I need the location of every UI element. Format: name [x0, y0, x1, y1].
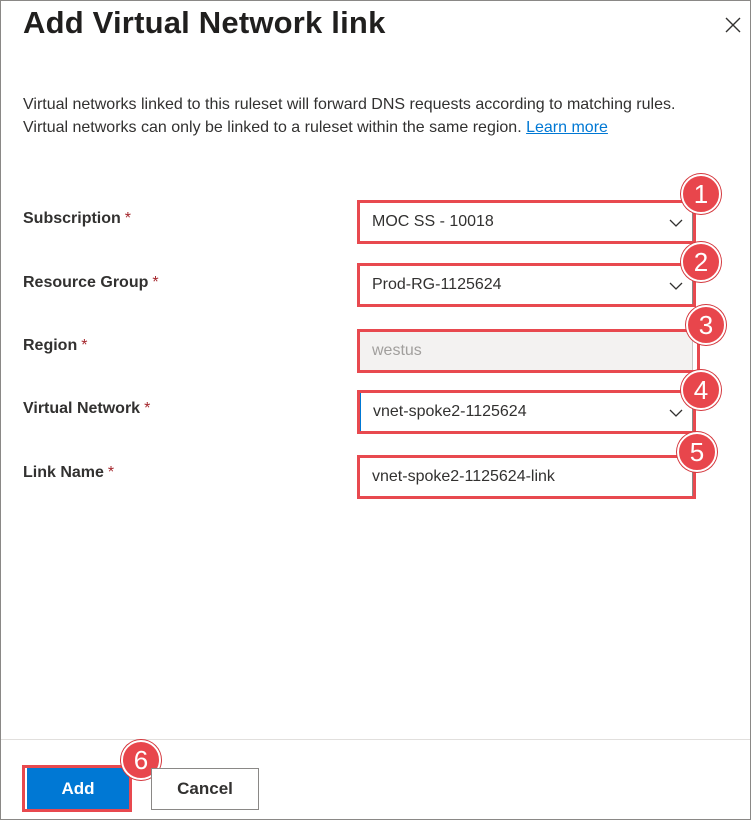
- add-vnet-link-panel: Add Virtual Network link Virtual network…: [0, 0, 751, 820]
- cancel-button[interactable]: Cancel: [151, 768, 259, 810]
- virtual-network-label-text: Virtual Network: [23, 400, 141, 417]
- chevron-down-icon: [669, 282, 683, 290]
- panel-title: Add Virtual Network link: [23, 5, 386, 40]
- description: Virtual networks linked to this ruleset …: [23, 93, 743, 139]
- resource-group-label-text: Resource Group: [23, 274, 149, 291]
- link-name-label: Link Name *: [23, 464, 114, 482]
- close-icon: [725, 17, 741, 33]
- close-button[interactable]: [721, 13, 745, 37]
- subscription-label: Subscription *: [23, 210, 131, 228]
- description-line-2-text: Virtual networks can only be linked to a…: [23, 119, 522, 136]
- required-asterisk: *: [124, 210, 132, 227]
- resource-group-value: Prod-RG-1125624: [372, 276, 502, 293]
- required-asterisk: *: [107, 464, 115, 481]
- chevron-down-icon: [669, 219, 683, 227]
- region-label: Region *: [23, 337, 87, 355]
- required-asterisk: *: [144, 400, 151, 417]
- subscription-value: MOC SS - 10018: [372, 213, 494, 230]
- chevron-down-icon: [669, 409, 683, 417]
- resource-group-label: Resource Group *: [23, 274, 159, 292]
- description-line-1: Virtual networks linked to this ruleset …: [23, 96, 676, 113]
- required-asterisk: *: [152, 274, 159, 291]
- link-name-label-text: Link Name: [23, 464, 104, 481]
- link-name-input[interactable]: vnet-spoke2-1125624-link: [359, 457, 693, 497]
- virtual-network-label: Virtual Network *: [23, 400, 150, 418]
- subscription-label-text: Subscription: [23, 210, 121, 227]
- footer-divider: [1, 739, 750, 740]
- region-value: westus: [372, 342, 422, 359]
- region-label-text: Region: [23, 337, 78, 354]
- add-button[interactable]: Add: [27, 768, 129, 810]
- subscription-dropdown[interactable]: MOC SS - 10018: [359, 202, 693, 242]
- description-line-2: Virtual networks can only be linked to a…: [23, 116, 743, 139]
- virtual-network-dropdown[interactable]: vnet-spoke2-1125624: [359, 392, 693, 432]
- required-asterisk: *: [81, 337, 88, 354]
- learn-more-link[interactable]: Learn more: [526, 119, 608, 136]
- virtual-network-value: vnet-spoke2-1125624: [373, 403, 527, 420]
- link-name-value: vnet-spoke2-1125624-link: [372, 468, 555, 485]
- resource-group-dropdown[interactable]: Prod-RG-1125624: [359, 265, 693, 305]
- region-field: westus: [359, 331, 693, 371]
